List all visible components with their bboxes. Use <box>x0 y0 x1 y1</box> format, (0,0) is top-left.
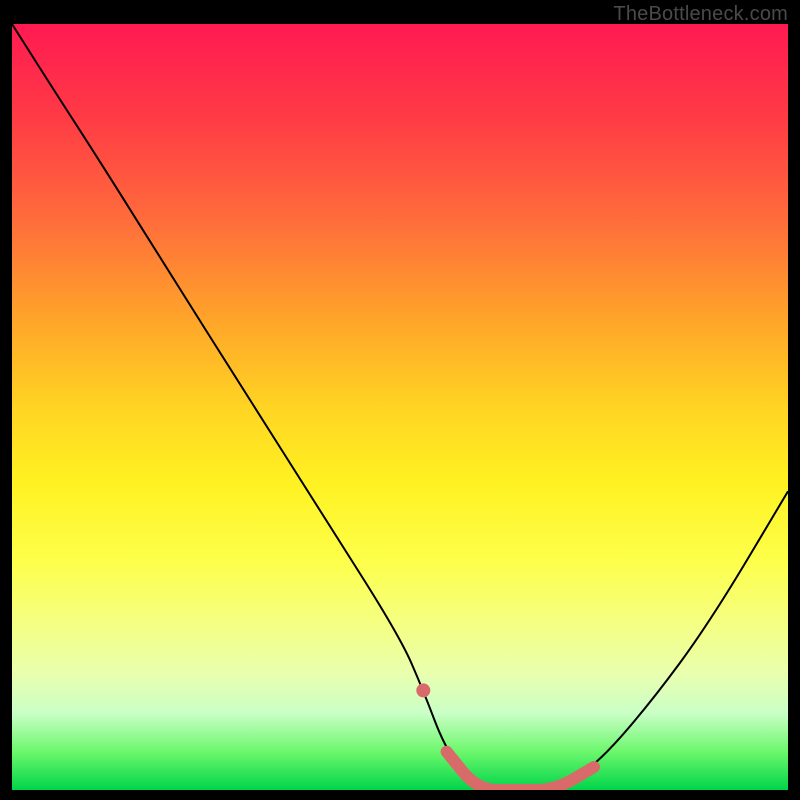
chart-plot-area <box>12 24 788 790</box>
chart-svg <box>12 24 788 790</box>
main-curve <box>12 24 788 790</box>
highlight-dot <box>416 683 430 697</box>
highlight-segment <box>447 752 594 790</box>
watermark-text: TheBottleneck.com <box>613 3 788 26</box>
